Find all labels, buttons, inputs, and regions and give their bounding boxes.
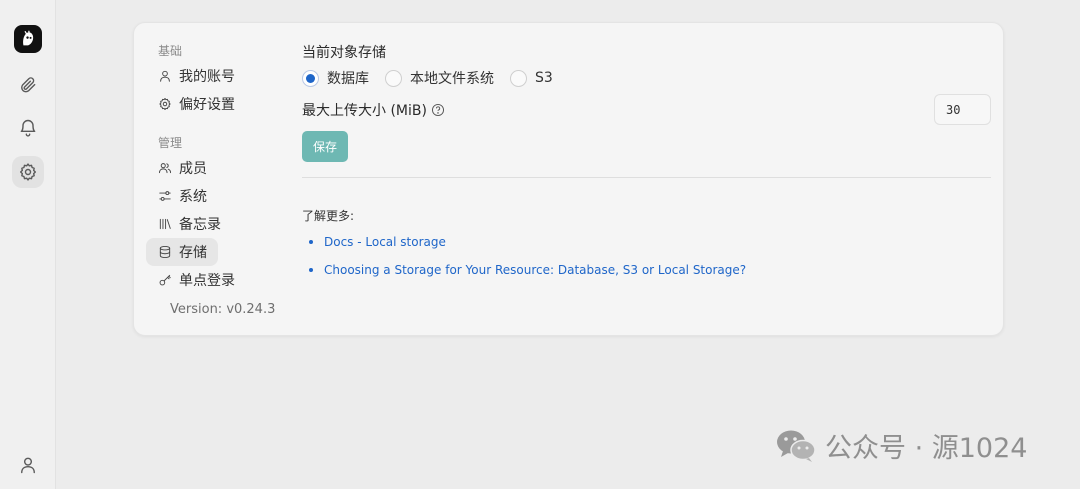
nav-item-system[interactable]: 系统 <box>146 182 218 210</box>
link-choosing-storage[interactable]: Choosing a Storage for Your Resource: Da… <box>324 263 746 277</box>
radio-label: S3 <box>535 70 553 86</box>
radio-indicator-selected[interactable] <box>302 69 319 87</box>
nav-item-label: 存储 <box>179 245 207 261</box>
save-button[interactable]: 保存 <box>302 131 348 162</box>
storage-radio-group: 数据库 本地文件系统 S3 <box>302 68 569 88</box>
radio-indicator[interactable] <box>510 69 527 87</box>
nav-item-preferences[interactable]: 偏好设置 <box>146 90 235 118</box>
storage-title: 当前对象存储 <box>302 45 386 61</box>
watermark-text: 公众号 · 源1024 <box>825 433 1028 464</box>
nav-item-label: 备忘录 <box>179 217 221 233</box>
nav-item-storage[interactable]: 存储 <box>146 238 218 266</box>
nav-item-memos[interactable]: 备忘录 <box>146 210 221 238</box>
wechat-icon <box>777 430 816 462</box>
nav-item-label: 成员 <box>179 161 207 177</box>
bell-icon <box>20 119 36 137</box>
app-sidebar <box>0 0 56 489</box>
list-item: Choosing a Storage for Your Resource: Da… <box>302 260 746 288</box>
nav-section-manage: 管理 <box>158 136 183 150</box>
divider <box>302 177 991 178</box>
app-logo[interactable] <box>14 25 42 53</box>
nav-item-label: 我的账号 <box>179 69 235 85</box>
gear-icon <box>159 97 171 111</box>
radio-indicator[interactable] <box>385 69 402 87</box>
max-upload-label: 最大上传大小 (MiB) <box>302 103 427 119</box>
nav-section-basic: 基础 <box>158 44 183 58</box>
radio-database[interactable]: 数据库 <box>302 68 369 88</box>
list-item: Docs - Local storage <box>302 232 746 260</box>
library-icon <box>159 218 171 230</box>
watermark: 公众号 · 源1024 <box>775 426 1027 465</box>
help-circle-icon[interactable] <box>431 103 445 117</box>
learn-more-links: Docs - Local storage Choosing a Storage … <box>302 232 746 288</box>
radio-label: 本地文件系统 <box>410 71 494 87</box>
link-docs-local-storage[interactable]: Docs - Local storage <box>324 235 446 249</box>
nav-item-members[interactable]: 成员 <box>146 154 218 182</box>
radio-s3[interactable]: S3 <box>510 69 553 87</box>
nav-item-label: 系统 <box>179 189 207 205</box>
nav-item-sso[interactable]: 单点登录 <box>146 266 235 294</box>
gear-icon <box>19 163 37 181</box>
radio-local-filesystem[interactable]: 本地文件系统 <box>385 68 494 88</box>
nav-item-my-account[interactable]: 我的账号 <box>146 62 235 90</box>
radio-label: 数据库 <box>327 71 369 87</box>
sliders-icon <box>159 191 171 201</box>
attachments-button[interactable] <box>12 69 44 101</box>
max-upload-label-row: 最大上传大小 (MiB) <box>302 100 445 120</box>
max-upload-input[interactable] <box>934 94 991 125</box>
nav-item-label: 单点登录 <box>179 273 235 289</box>
nav-item-label: 偏好设置 <box>179 97 235 113</box>
settings-button[interactable] <box>12 156 44 188</box>
key-icon <box>159 274 171 286</box>
settings-card: 基础 我的账号 偏好设置 管理 成员 系统 备忘录 存储 单点登录 Versio… <box>133 22 1004 336</box>
learn-more-label: 了解更多: <box>302 209 355 223</box>
paperclip-icon <box>21 77 36 93</box>
profile-button[interactable] <box>12 449 44 481</box>
version-label: Version: v0.24.3 <box>170 302 276 317</box>
database-icon <box>159 245 171 259</box>
app-logo-icon <box>23 30 34 46</box>
users-icon <box>158 163 172 174</box>
notifications-button[interactable] <box>12 112 44 144</box>
user-icon <box>21 457 35 474</box>
user-icon <box>160 70 170 82</box>
